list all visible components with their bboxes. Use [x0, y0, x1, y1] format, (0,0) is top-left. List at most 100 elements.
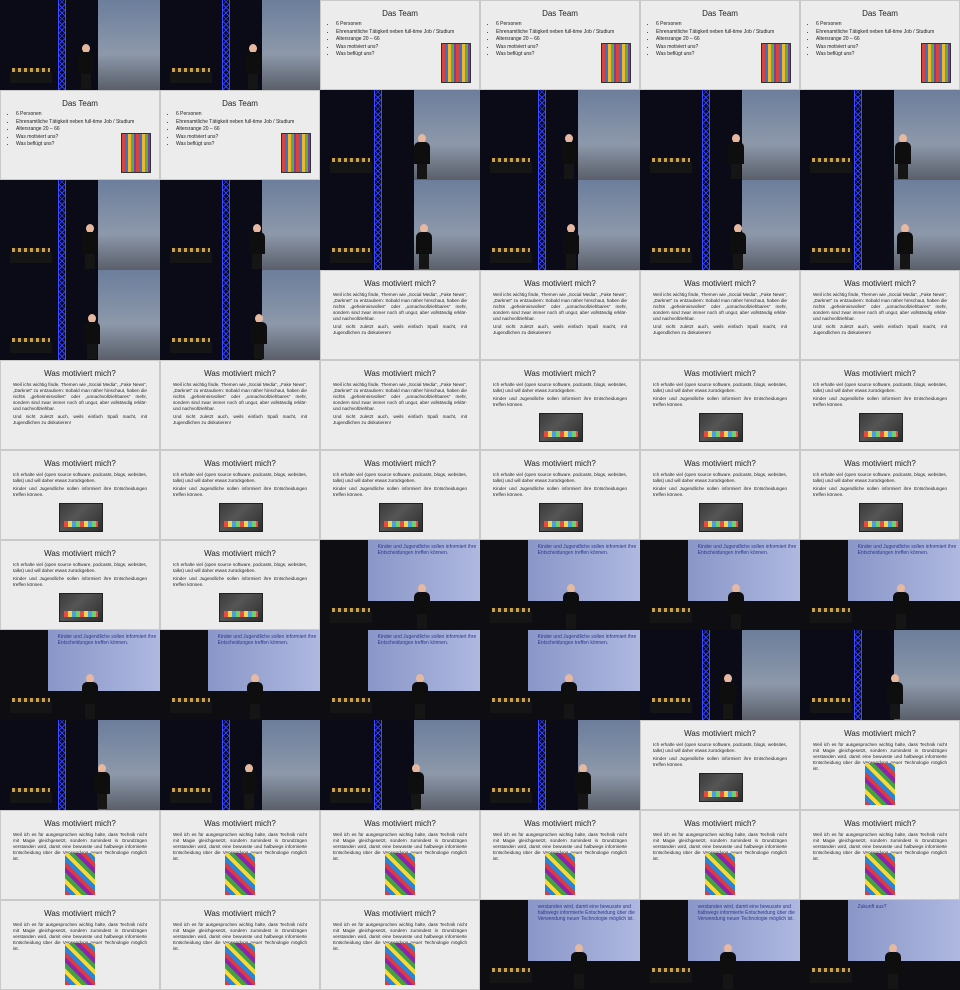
stage-photo[interactable] [0, 270, 160, 360]
stage-photo[interactable] [640, 90, 800, 180]
stage-photo[interactable] [160, 270, 320, 360]
stage-photo-projection[interactable]: Zukunft aus? [800, 900, 960, 990]
slide-motiv1[interactable]: Was motiviert mich? Weil ichs wichtig fin… [800, 270, 960, 360]
stage-photo[interactable] [640, 180, 800, 270]
slide-motiv2[interactable]: Was motiviert mich? Ich erhalte viel (ope… [800, 450, 960, 540]
stage-photo[interactable] [160, 720, 320, 810]
light-truss [222, 180, 230, 270]
slide-motiv3[interactable]: Was motiviert mich? Weil ich es für ausge… [160, 810, 320, 900]
speaker-shirt [575, 772, 591, 794]
bullet-item: Ehrenamtliche Tätigkeit neben full-time … [496, 29, 614, 37]
slide-motiv3[interactable]: Was motiviert mich? Weil ich es für ausge… [640, 810, 800, 900]
slide-motiv2[interactable]: Was motiviert mich? Ich erhalte viel (ope… [800, 360, 960, 450]
stage-photo[interactable] [800, 630, 960, 720]
bullet-item: Altersrange 20 – 66 [496, 36, 614, 44]
slide-title: Das Team [542, 9, 578, 18]
slide-paragraph: Und nicht zuletzt auch, weils einfach Sp… [13, 414, 147, 425]
stage-photo-projection[interactable]: Kinder und Jugendliche sollen informiert… [800, 540, 960, 630]
projection-text: verstanden wird, damit eine bewusste und… [697, 904, 795, 922]
slide-body: Ich erhalte viel (open source software, … [333, 472, 467, 500]
stage-photo-projection[interactable]: Kinder und Jugendliche sollen informiert… [320, 540, 480, 630]
stage-photo-projection[interactable]: Kinder und Jugendliche sollen informiert… [640, 540, 800, 630]
slide-team[interactable]: Das Team 6 PersonenEhrenamtliche Tätigkei… [0, 90, 160, 180]
slide-motiv2[interactable]: Was motiviert mich? Ich erhalte viel (ope… [640, 360, 800, 450]
slide-team[interactable]: Das Team 6 PersonenEhrenamtliche Tätigkei… [800, 0, 960, 90]
slide-motiv3[interactable]: Was motiviert mich? Weil ich es für ausge… [480, 810, 640, 900]
slide-motiv2[interactable]: Was motiviert mich? Ich erhalte viel (ope… [160, 540, 320, 630]
speaker-desk [330, 162, 372, 173]
stage-photo-projection[interactable]: verstanden wird, damit eine bewusste und… [640, 900, 800, 990]
speaker [78, 44, 94, 90]
light-truss [58, 270, 66, 360]
slide-motiv3[interactable]: Was motiviert mich? Weil ich es für ausge… [320, 810, 480, 900]
stage-photo[interactable] [0, 0, 160, 90]
slide-title: Was motiviert mich? [204, 459, 276, 468]
stage-photo[interactable] [480, 180, 640, 270]
slide-motiv3[interactable]: Was motiviert mich? Weil ich es für ausge… [320, 900, 480, 990]
slide-motiv1[interactable]: Was motiviert mich? Weil ichs wichtig fin… [640, 270, 800, 360]
slide-motiv1[interactable]: Was motiviert mich? Weil ichs wichtig fin… [480, 270, 640, 360]
stage-photo[interactable] [0, 720, 160, 810]
speaker-desk [650, 612, 692, 623]
slide-paragraph: Ich erhalte viel (open source software, … [813, 382, 947, 393]
slide-motiv1[interactable]: Was motiviert mich? Weil ichs wichtig fin… [320, 270, 480, 360]
speaker-shirt [82, 232, 98, 254]
slide-motiv3[interactable]: Was motiviert mich? Weil ich es für ausge… [160, 900, 320, 990]
slide-motiv2[interactable]: Was motiviert mich? Ich erhalte viel (ope… [640, 720, 800, 810]
slide-motiv1[interactable]: Was motiviert mich? Weil ichs wichtig fin… [0, 360, 160, 450]
speaker [414, 134, 430, 180]
slide-motiv2[interactable]: Was motiviert mich? Ich erhalte viel (ope… [320, 450, 480, 540]
slide-team[interactable]: Das Team 6 PersonenEhrenamtliche Tätigkei… [640, 0, 800, 90]
slide-title: Was motiviert mich? [684, 369, 756, 378]
slide-motiv3[interactable]: Was motiviert mich? Weil ich es für ausge… [0, 900, 160, 990]
speaker [885, 944, 901, 990]
slide-motiv3[interactable]: Was motiviert mich? Weil ich es für ausge… [0, 810, 160, 900]
slide-title: Was motiviert mich? [684, 459, 756, 468]
projection-text: verstanden wird, damit eine bewusste und… [537, 904, 635, 922]
stage-photo-projection[interactable]: Kinder und Jugendliche sollen informiert… [160, 630, 320, 720]
slide-motiv2[interactable]: Was motiviert mich? Ich erhalte viel (ope… [0, 540, 160, 630]
slide-team[interactable]: Das Team 6 PersonenEhrenamtliche Tätigkei… [320, 0, 480, 90]
projection-text: Kinder und Jugendliche sollen informiert… [217, 634, 317, 646]
slide-motiv2[interactable]: Was motiviert mich? Ich erhalte viel (ope… [480, 360, 640, 450]
speaker-shirt [412, 682, 428, 704]
speaker [412, 674, 428, 720]
speaker-desk [650, 162, 692, 173]
slide-title: Das Team [62, 99, 98, 108]
slide-body: Ich erhalte viel (open source software, … [173, 562, 307, 590]
stage-photo[interactable] [320, 720, 480, 810]
slide-motiv1[interactable]: Was motiviert mich? Weil ichs wichtig fin… [320, 360, 480, 450]
stage-photo[interactable] [320, 180, 480, 270]
stage-photo[interactable] [160, 0, 320, 90]
bullet-list: 6 PersonenEhrenamtliche Tätigkeit neben … [327, 21, 454, 59]
stage-photo[interactable] [640, 630, 800, 720]
slide-team[interactable]: Das Team 6 PersonenEhrenamtliche Tätigkei… [480, 0, 640, 90]
speaker-legs [564, 704, 574, 719]
stage-photo-projection[interactable]: Kinder und Jugendliche sollen informiert… [320, 630, 480, 720]
stage-photo-projection[interactable]: Kinder und Jugendliche sollen informiert… [0, 630, 160, 720]
stage-photo[interactable] [800, 180, 960, 270]
slide-motiv1[interactable]: Was motiviert mich? Weil ichs wichtig fin… [160, 360, 320, 450]
speaker [563, 584, 579, 630]
stage-photo[interactable] [0, 180, 160, 270]
stage-photo[interactable] [160, 180, 320, 270]
light-truss [58, 720, 66, 810]
stage-photo-projection[interactable]: Kinder und Jugendliche sollen informiert… [480, 630, 640, 720]
projection-text: Kinder und Jugendliche sollen informiert… [57, 634, 157, 646]
stage-photo[interactable] [800, 90, 960, 180]
speaker [82, 674, 98, 720]
stage-photo-projection[interactable]: verstanden wird, damit eine bewusste und… [480, 900, 640, 990]
slide-motiv3[interactable]: Was motiviert mich? Weil ich es für ausge… [800, 720, 960, 810]
slide-motiv2[interactable]: Was motiviert mich? Ich erhalte viel (ope… [160, 450, 320, 540]
stage-photo[interactable] [480, 720, 640, 810]
stage-photo[interactable] [480, 90, 640, 180]
slide-paragraph: Kinder und Jugendliche sollen informiert… [173, 486, 307, 497]
slide-motiv2[interactable]: Was motiviert mich? Ich erhalte viel (ope… [0, 450, 160, 540]
stage-photo-projection[interactable]: Kinder und Jugendliche sollen informiert… [480, 540, 640, 630]
slide-motiv2[interactable]: Was motiviert mich? Ich erhalte viel (ope… [640, 450, 800, 540]
slide-motiv2[interactable]: Was motiviert mich? Ich erhalte viel (ope… [480, 450, 640, 540]
slide-title: Was motiviert mich? [524, 459, 596, 468]
slide-team[interactable]: Das Team 6 PersonenEhrenamtliche Tätigkei… [160, 90, 320, 180]
stage-photo[interactable] [320, 90, 480, 180]
slide-motiv3[interactable]: Was motiviert mich? Weil ich es für ausge… [800, 810, 960, 900]
